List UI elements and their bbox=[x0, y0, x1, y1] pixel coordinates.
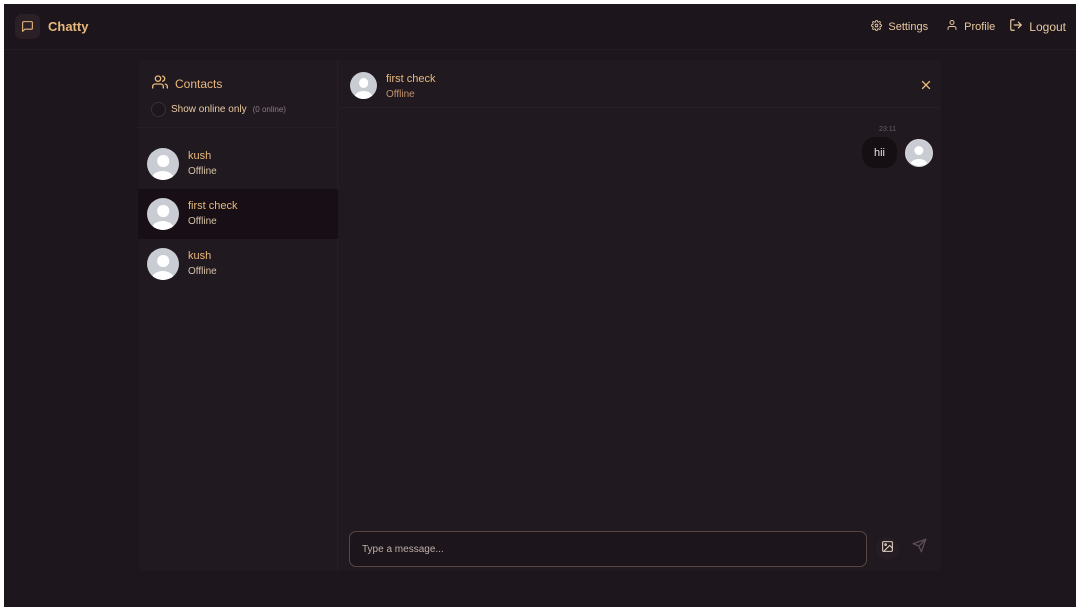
avatar bbox=[147, 198, 179, 230]
message-list: 23:11 hii bbox=[339, 108, 941, 518]
chat-avatar bbox=[350, 72, 377, 99]
contact-name: kush bbox=[188, 250, 212, 262]
message-avatar bbox=[905, 139, 933, 167]
online-count: (0 online) bbox=[252, 105, 286, 114]
logout-icon bbox=[1009, 18, 1023, 35]
contacts-sidebar: Contacts Show online only (0 online) kus… bbox=[138, 60, 338, 571]
close-chat-button[interactable] bbox=[919, 78, 933, 92]
contact-name: kush bbox=[188, 150, 212, 162]
message-bubble: hii bbox=[861, 137, 897, 168]
logout-button[interactable]: Logout bbox=[1009, 18, 1066, 35]
close-icon bbox=[919, 79, 933, 96]
contact-status: Offline bbox=[188, 166, 217, 177]
contact-name: first check bbox=[188, 200, 238, 212]
users-icon bbox=[152, 74, 168, 93]
profile-label: Profile bbox=[964, 20, 996, 33]
contact-item[interactable]: kush Offline bbox=[138, 139, 338, 189]
nav-actions: Settings Profile Logout bbox=[853, 18, 1066, 35]
avatar bbox=[147, 248, 179, 280]
app-window: Chatty Settings Profile Logout Contacts … bbox=[4, 4, 1076, 607]
navbar: Chatty Settings Profile Logout bbox=[4, 4, 1076, 50]
app-name: Chatty bbox=[48, 19, 89, 34]
contact-item-selected[interactable]: first check Offline bbox=[138, 189, 338, 239]
attach-image-button[interactable] bbox=[876, 537, 899, 560]
logout-label: Logout bbox=[1029, 19, 1066, 34]
chat-contact-status: Offline bbox=[386, 89, 415, 100]
contacts-title: Contacts bbox=[175, 76, 223, 91]
message-input[interactable] bbox=[349, 531, 867, 567]
contact-list: kush Offline first check Offline kush Of… bbox=[138, 139, 338, 289]
gear-icon bbox=[871, 19, 883, 34]
send-icon bbox=[912, 538, 927, 558]
show-online-toggle[interactable]: Show online only (0 online) bbox=[151, 102, 286, 117]
contact-status: Offline bbox=[188, 266, 217, 277]
contact-item[interactable]: kush Offline bbox=[138, 239, 338, 289]
message-square-icon bbox=[15, 14, 40, 39]
profile-button[interactable]: Profile bbox=[946, 19, 995, 34]
chat-container: first check Offline 23:11 hii bbox=[339, 60, 941, 571]
settings-label: Settings bbox=[888, 20, 929, 33]
show-online-label: Show online only bbox=[171, 104, 247, 115]
message-timestamp: 23:11 bbox=[879, 126, 896, 133]
message-composer bbox=[339, 518, 941, 571]
chat-header: first check Offline bbox=[339, 60, 941, 108]
send-button[interactable] bbox=[909, 538, 929, 558]
sidebar-header: Contacts Show online only (0 online) bbox=[138, 60, 338, 128]
chat-contact-name: first check bbox=[386, 73, 436, 85]
brand-link[interactable]: Chatty bbox=[15, 14, 88, 39]
avatar bbox=[147, 148, 179, 180]
show-online-checkbox[interactable] bbox=[151, 102, 166, 117]
contact-status: Offline bbox=[188, 216, 217, 227]
settings-button[interactable]: Settings bbox=[867, 19, 932, 35]
user-icon bbox=[946, 19, 958, 34]
image-icon bbox=[881, 540, 894, 558]
contacts-heading: Contacts bbox=[152, 74, 222, 93]
chat-panel: Contacts Show online only (0 online) kus… bbox=[138, 60, 941, 571]
